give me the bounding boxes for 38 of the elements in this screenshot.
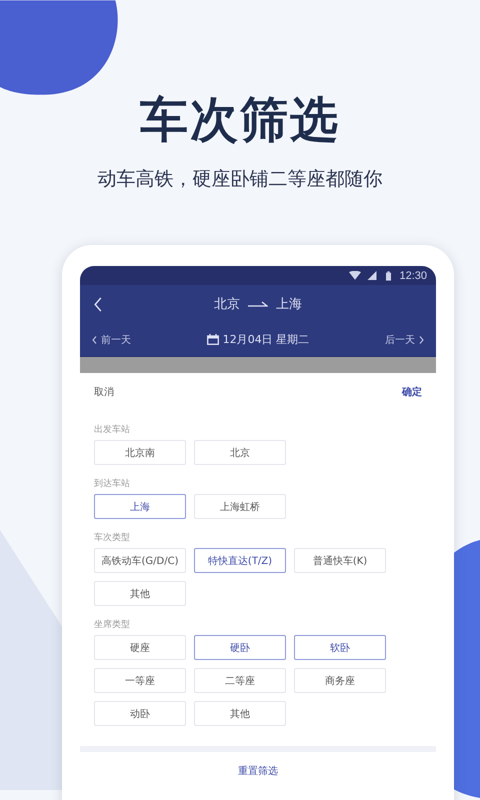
filter-option[interactable]: 硬卧: [194, 635, 286, 660]
confirm-button[interactable]: 确定: [402, 385, 422, 399]
departure-city: 北京: [214, 296, 240, 313]
filter-option[interactable]: 动卧: [94, 701, 186, 726]
section-title: 出发车站: [94, 424, 131, 436]
subtitle: 动车高铁，硬座卧铺二等座都随你: [98, 167, 382, 192]
previous-day-link[interactable]: 前一天: [101, 332, 131, 346]
cancel-button[interactable]: 取消: [94, 385, 114, 399]
signal-icon: [366, 271, 378, 280]
battery-icon: [386, 270, 392, 280]
filter-option[interactable]: 硬座: [94, 635, 186, 660]
chevron-left-icon: [92, 336, 97, 344]
back-icon[interactable]: [94, 296, 102, 312]
filter-option[interactable]: 其他: [194, 701, 286, 726]
filter-option[interactable]: 特快直达(T/Z): [194, 548, 286, 573]
arrival-city: 上海: [276, 296, 302, 313]
filter-option[interactable]: 北京: [194, 440, 286, 465]
filter-option[interactable]: 商务座: [294, 668, 386, 693]
next-day-link[interactable]: 后一天: [385, 332, 415, 346]
filter-option[interactable]: 软卧: [294, 635, 386, 660]
filter-option[interactable]: 普通快车(K): [294, 548, 386, 573]
calendar-icon: [206, 334, 219, 345]
reset-filter-button[interactable]: 重置筛选: [80, 752, 436, 778]
section-title: 到达车站: [94, 478, 131, 490]
filter-option[interactable]: 其他: [94, 581, 186, 606]
filter-option[interactable]: 二等座: [194, 668, 286, 693]
wifi-icon: [349, 271, 362, 280]
filter-option[interactable]: 高铁动车(G/D/C): [94, 548, 186, 573]
section-title: 坐席类型: [94, 618, 131, 631]
section-title: 车次类型: [94, 532, 131, 544]
status-time: 12:30: [399, 270, 427, 282]
filter-option[interactable]: 上海: [94, 494, 186, 519]
headline: 车次筛选: [140, 91, 340, 150]
chevron-right-icon: [419, 336, 424, 344]
date-label[interactable]: 12月04日 星期二: [222, 332, 310, 347]
filter-option[interactable]: 北京南: [94, 440, 186, 465]
filter-option[interactable]: 上海虹桥: [194, 494, 286, 519]
filter-option[interactable]: 一等座: [94, 668, 186, 693]
